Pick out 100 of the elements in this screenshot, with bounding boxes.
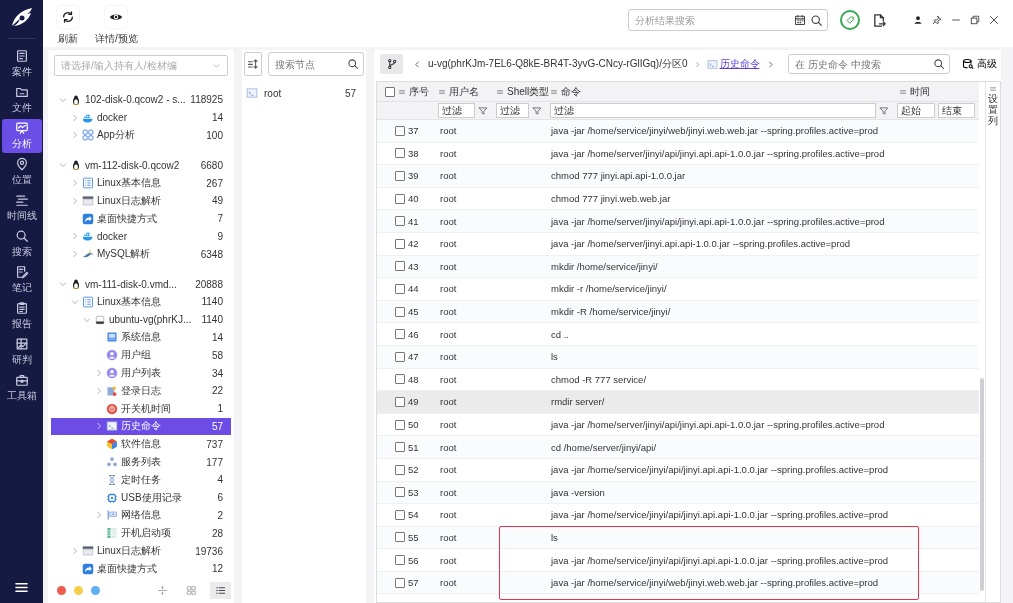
- date-filter-field[interactable]: 结束: [937, 103, 975, 118]
- tree-item[interactable]: 开机启动项 28: [51, 524, 231, 543]
- tree-item[interactable]: 历史命令 57: [51, 417, 231, 436]
- row-checkbox[interactable]: [395, 283, 405, 294]
- table-row[interactable]: 56 root java -jar /home/service/jinyi/api/jinyi.api.api-1.0.0.jar --spring.profiles.active=prod: [377, 549, 979, 572]
- row-checkbox[interactable]: [395, 487, 405, 498]
- filter-icon[interactable]: [478, 105, 488, 116]
- row-checkbox[interactable]: [395, 216, 405, 227]
- table-row[interactable]: 46 root cd ..: [377, 323, 979, 346]
- node-item[interactable]: root 57: [242, 84, 366, 102]
- tree-item[interactable]: Linux日志解析 49: [51, 192, 231, 210]
- column-header[interactable]: 序号: [377, 84, 434, 99]
- column-header[interactable]: 时间: [893, 84, 979, 99]
- tag-button[interactable]: [840, 10, 860, 30]
- nav-item[interactable]: 文件: [1, 83, 42, 117]
- row-checkbox[interactable]: [395, 238, 405, 249]
- table-row[interactable]: 39 root chmod 777 jinyi.api.api-1.0.0.jar: [377, 165, 979, 188]
- nav-item[interactable]: 报告: [1, 299, 42, 333]
- tree-item[interactable]: docker 9: [51, 227, 231, 246]
- row-checkbox[interactable]: [395, 148, 405, 159]
- tree-item[interactable]: docker 14: [51, 108, 231, 127]
- tree-item[interactable]: vm-111-disk-0.vmd... 20888: [51, 275, 231, 293]
- table-row[interactable]: 37 root java -jar /home/service/jinyi/web/jinyi.web.web.jar --spring.profiles.active=prod: [377, 120, 979, 143]
- calendar-icon[interactable]: [794, 14, 806, 26]
- preview-button[interactable]: 详情/预览: [95, 6, 138, 46]
- search-field[interactable]: 在 历史命令 中搜索: [788, 54, 950, 74]
- filter-field[interactable]: 过滤: [496, 103, 529, 118]
- status-dot[interactable]: [57, 585, 66, 595]
- row-checkbox[interactable]: [395, 464, 405, 475]
- tree-item[interactable]: 定时任务 4: [51, 470, 231, 489]
- tree-item[interactable]: 服务列表 177: [51, 453, 231, 471]
- list-button[interactable]: [210, 581, 231, 599]
- tree-item[interactable]: 102-disk-0.qcow2 - s... 118925: [51, 91, 231, 109]
- table-row[interactable]: 41 root java -jar /home/server/jinyi/api/jinyi.api.api-1.0.0.jar --spring.profiles.active=prod: [377, 210, 979, 233]
- tree-item[interactable]: 用户组 58: [51, 346, 231, 365]
- row-checkbox[interactable]: [395, 306, 405, 317]
- status-dot[interactable]: [74, 585, 83, 595]
- nav-item[interactable]: 笔记: [1, 263, 42, 297]
- tree-item[interactable]: 登录日志 22: [51, 381, 231, 400]
- table-row[interactable]: 53 root java -version: [377, 481, 979, 505]
- row-checkbox[interactable]: [395, 351, 405, 362]
- breadcrumb-link[interactable]: 历史命令: [706, 57, 760, 71]
- filter-icon[interactable]: [532, 105, 542, 116]
- nav-item[interactable]: 位置: [1, 155, 42, 189]
- table-row[interactable]: 42 root java -jar /home/server/jinyi.api.api-1.0.0.jar --spring.profiles.active=prod: [377, 232, 979, 256]
- export-document-icon[interactable]: [872, 12, 887, 28]
- node-search-field[interactable]: 搜索节点: [268, 52, 364, 76]
- filter-field[interactable]: 过滤: [550, 103, 876, 118]
- tree-item[interactable]: 开关机时间 1: [51, 399, 231, 418]
- search-field[interactable]: 分析结果搜索: [628, 9, 828, 31]
- row-checkbox[interactable]: [395, 396, 405, 407]
- menu-icon[interactable]: [14, 580, 29, 595]
- row-checkbox[interactable]: [395, 577, 405, 588]
- tree-item[interactable]: 软件信息 737: [51, 435, 231, 454]
- tree-item[interactable]: App分析 100: [51, 126, 231, 145]
- tree-item[interactable]: 桌面快捷方式 12: [51, 559, 231, 578]
- nav-item[interactable]: 搜索: [1, 227, 42, 261]
- nav-item[interactable]: 案件: [1, 47, 42, 81]
- advanced-button[interactable]: 高级: [956, 57, 997, 71]
- chevron-left-icon[interactable]: [413, 59, 422, 69]
- row-checkbox[interactable]: [395, 532, 405, 543]
- tree-item[interactable]: Linux基本信息 267: [51, 174, 231, 192]
- table-row[interactable]: 57 root java -jar /home/service/jinyi/web/jinyi.web.web.jar --spring.profiles.active=prod: [377, 571, 979, 595]
- filter-field[interactable]: 过滤: [438, 103, 475, 118]
- search-icon[interactable]: [933, 58, 945, 70]
- search-icon[interactable]: [810, 13, 823, 27]
- tree-item[interactable]: MySQL解析 6348: [51, 245, 231, 264]
- table-row[interactable]: 49 root rmdir server/: [377, 391, 979, 414]
- row-checkbox[interactable]: [395, 329, 405, 340]
- column-settings-button[interactable]: 设置列: [988, 93, 998, 126]
- tree-item[interactable]: 系统信息 14: [51, 328, 231, 347]
- branch-button[interactable]: [380, 54, 403, 74]
- status-dot[interactable]: [91, 585, 100, 595]
- column-header[interactable]: 用户名: [434, 84, 492, 99]
- row-checkbox[interactable]: [395, 193, 405, 204]
- row-checkbox[interactable]: [395, 374, 405, 385]
- nav-item[interactable]: 工具箱: [1, 371, 42, 405]
- tree-item[interactable]: USB使用记录 6: [51, 488, 231, 507]
- row-checkbox[interactable]: [395, 261, 405, 272]
- breadcrumb-path[interactable]: u-vg(phrKJm-7EL6-Q8kE-BR4T-3yvG-CNcy-rGlIGq)/分区0: [428, 57, 688, 71]
- row-checkbox[interactable]: [395, 125, 405, 136]
- table-row[interactable]: 44 root mkdir -r /home/service/jinyi/: [377, 278, 979, 301]
- table-row[interactable]: 45 root mkdir -R /home/service/jinyi/: [377, 300, 979, 324]
- row-checkbox[interactable]: [395, 442, 405, 453]
- date-filter-field[interactable]: 起始: [897, 103, 935, 118]
- restore-icon[interactable]: [970, 15, 980, 25]
- table-row[interactable]: 55 root ls: [377, 526, 979, 550]
- tree-item[interactable]: 网络信息 2: [51, 506, 231, 525]
- user-icon[interactable]: [913, 15, 923, 25]
- tree-item[interactable]: Linux日志解析 19736: [51, 542, 231, 560]
- tree-item[interactable]: vm-112-disk-0.qcow2 6680: [51, 156, 231, 175]
- row-checkbox[interactable]: [395, 509, 405, 520]
- row-checkbox[interactable]: [395, 555, 405, 566]
- table-row[interactable]: 52 root java -jar /home/service/jinyi/api/jinyi.api.api-1.0.0.jar --spring.profiles.active=prod: [377, 458, 979, 482]
- nav-item[interactable]: 分析: [1, 119, 42, 153]
- row-checkbox[interactable]: [395, 419, 405, 430]
- sort-button[interactable]: [244, 52, 262, 76]
- pin-icon[interactable]: [932, 15, 942, 25]
- filter-icon[interactable]: [879, 105, 889, 116]
- select-all-checkbox[interactable]: [385, 86, 395, 97]
